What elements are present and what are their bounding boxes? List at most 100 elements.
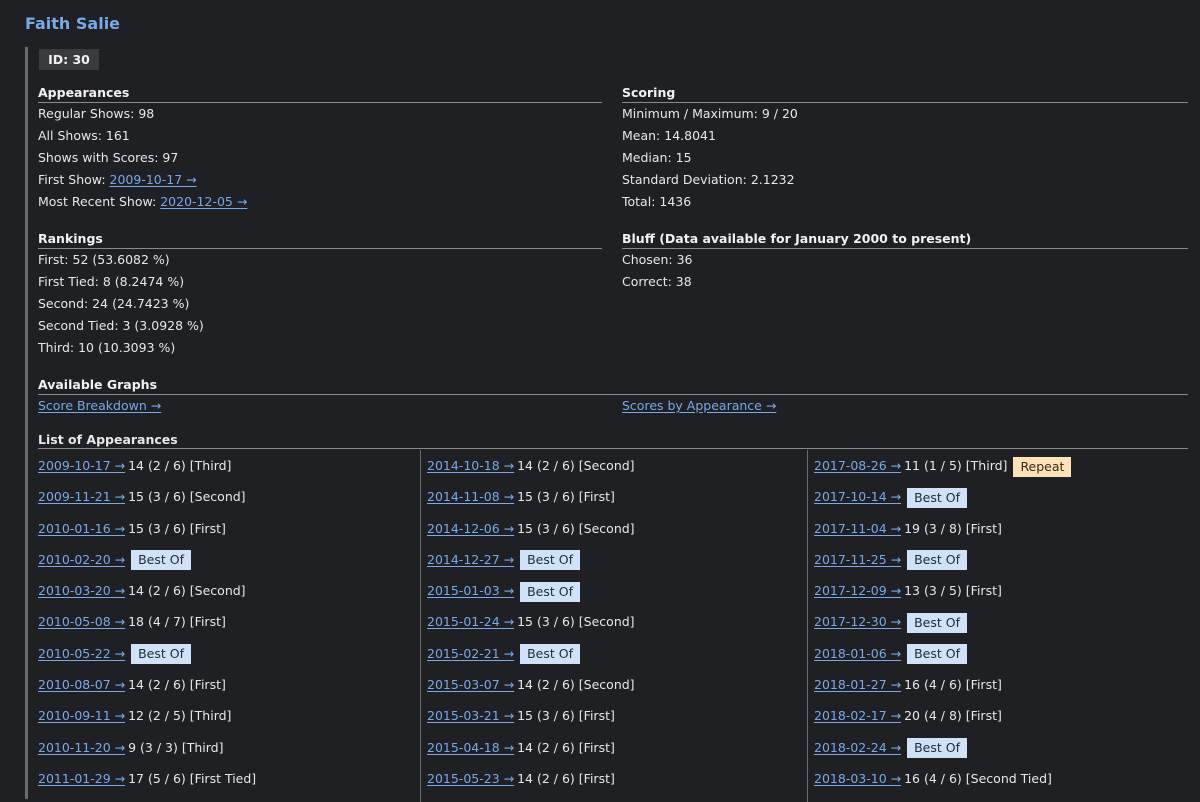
show-date-link[interactable]: 2015-04-18 → — [427, 740, 514, 755]
page-title: Faith Salie — [25, 14, 121, 33]
show-date-link[interactable]: 2010-09-11 → — [38, 708, 125, 723]
placement: [Second] — [578, 458, 635, 473]
placement: [Second] — [578, 614, 635, 630]
placement: [First] — [189, 614, 226, 630]
show-date-link[interactable]: 2018-01-06 → — [814, 646, 901, 661]
appearance-row: 2010-05-08 → 18 (4 / 7) [First] — [38, 606, 423, 637]
appearance-row: 2018-02-17 → 20 (4 / 8) [First] — [814, 700, 1194, 731]
show-date-link[interactable]: 2014-12-06 → — [427, 521, 514, 536]
show-date-link[interactable]: 2011-01-29 → — [38, 771, 125, 786]
score-breakdown-link[interactable]: Score Breakdown → — [38, 398, 161, 413]
appearance-column-3: 2017-08-26 → 11 (1 / 5) [Third] Repeat 2017-… — [807, 450, 1194, 802]
score: 15 (3 / 6) — [517, 614, 575, 630]
score: 18 (4 / 7) — [128, 614, 186, 630]
score: 20 (4 / 8) — [904, 708, 962, 724]
score: 14 (2 / 6) — [517, 739, 575, 755]
placement: [First] — [578, 739, 615, 755]
show-date-link[interactable]: 2010-02-20 → — [38, 552, 125, 567]
show-date-link[interactable]: 2014-10-18 → — [427, 458, 514, 473]
appearance-row: 2018-01-27 → 16 (4 / 6) [First] — [814, 669, 1194, 700]
show-date-link[interactable]: 2015-03-21 → — [427, 708, 514, 723]
show-date-link[interactable]: 2018-02-17 → — [814, 708, 901, 723]
appearance-row: 2017-08-26 → 11 (1 / 5) [Third] Repeat — [814, 450, 1194, 481]
bluff-chosen: Chosen: 36 — [622, 252, 693, 267]
median: Median: 15 — [622, 150, 692, 165]
total: Total: 1436 — [622, 194, 692, 209]
show-date-link[interactable]: 2017-08-26 → — [814, 458, 901, 473]
score: 19 (3 / 8) — [904, 520, 962, 536]
placement: [Third] — [189, 708, 232, 724]
appearance-row: 2017-10-14 → Best Of — [814, 481, 1194, 512]
rank-second-tied: Second Tied: 3 (3.0928 %) — [38, 318, 204, 333]
show-date-link[interactable]: 2017-11-25 → — [814, 552, 901, 567]
appearance-row: 2015-02-21 → Best Of — [427, 638, 807, 669]
show-date-link[interactable]: 2015-02-21 → — [427, 646, 514, 661]
min-max: Minimum / Maximum: 9 / 20 — [622, 106, 798, 121]
score: 15 (3 / 6) — [517, 708, 575, 724]
show-date-link[interactable]: 2010-05-22 → — [38, 646, 125, 661]
placement: [First] — [578, 489, 615, 505]
show-date-link[interactable]: 2014-12-27 → — [427, 552, 514, 567]
placement: [Second] — [578, 520, 635, 536]
appearance-row: 2010-02-20 → Best Of — [38, 544, 423, 575]
score: 14 (2 / 6) — [517, 458, 575, 473]
show-date-link[interactable]: 2015-01-24 → — [427, 614, 514, 629]
show-date-link[interactable]: 2017-12-30 → — [814, 614, 901, 629]
show-date-link[interactable]: 2015-03-07 → — [427, 677, 514, 692]
panelist-panel: ID: 30 Appearances Regular Shows: 98 All… — [25, 47, 1200, 802]
placement: [First] — [965, 708, 1002, 724]
scoring-section: Scoring Minimum / Maximum: 9 / 20 Mean: … — [622, 85, 1188, 213]
appearance-row: 2009-11-21 → 15 (3 / 6) [Second] — [38, 481, 423, 512]
best-of-badge: Best Of — [907, 612, 967, 633]
show-date-link[interactable]: 2017-12-09 → — [814, 583, 901, 598]
appearance-row: 2014-12-27 → Best Of — [427, 544, 807, 575]
show-date-link[interactable]: 2018-02-24 → — [814, 740, 901, 755]
show-date-link[interactable]: 2010-05-08 → — [38, 614, 125, 629]
show-date-link[interactable]: 2009-10-17 → — [38, 458, 125, 473]
show-date-link[interactable]: 2017-11-04 → — [814, 521, 901, 536]
show-date-link[interactable]: 2015-01-03 → — [427, 583, 514, 598]
best-of-badge: Best Of — [131, 644, 191, 665]
placement: [Third] — [189, 458, 232, 473]
all-shows: All Shows: 161 — [38, 128, 130, 143]
appearance-column-1: 2009-10-17 → 14 (2 / 6) [Third] 2009-11-21 … — [38, 450, 423, 802]
best-of-badge: Best Of — [520, 581, 580, 602]
appearance-row: 2010-08-07 → 14 (2 / 6) [First] — [38, 669, 423, 700]
rankings-section: Rankings First: 52 (53.6082 %) First Tie… — [38, 231, 602, 359]
best-of-badge: Best Of — [907, 550, 967, 571]
most-recent-show-link[interactable]: 2020-12-05 → — [160, 194, 247, 209]
appearance-row: 2011-01-29 → 17 (5 / 6) [First Tied] — [38, 763, 423, 794]
first-show-link[interactable]: 2009-10-17 → — [110, 172, 197, 187]
appearance-row: 2010-03-20 → 14 (2 / 6) [Second] — [38, 575, 423, 606]
show-date-link[interactable]: 2010-11-20 → — [38, 740, 125, 755]
most-recent-show: Most Recent Show: 2020-12-05 → — [38, 191, 602, 213]
scoring-title: Scoring — [622, 85, 1188, 103]
mean: Mean: 14.8041 — [622, 128, 716, 143]
first-show: First Show: 2009-10-17 → — [38, 169, 602, 191]
list-of-appearances-title: List of Appearances — [38, 432, 1188, 449]
scores-by-appearance-link[interactable]: Scores by Appearance → — [622, 395, 776, 417]
show-date-link[interactable]: 2015-05-23 → — [427, 771, 514, 786]
show-date-link[interactable]: 2017-10-14 → — [814, 489, 901, 504]
appearance-row: 2015-04-18 → 14 (2 / 6) [First] — [427, 732, 807, 763]
appearance-row: 2010-01-16 → 15 (3 / 6) [First] — [38, 513, 423, 544]
show-date-link[interactable]: 2018-01-27 → — [814, 677, 901, 692]
score: 11 (1 / 5) — [904, 458, 962, 473]
appearance-row: 2018-01-06 → Best Of — [814, 638, 1194, 669]
appearance-row: 2010-11-20 → 9 (3 / 3) [Third] — [38, 732, 423, 763]
placement: [First] — [965, 583, 1002, 599]
show-date-link[interactable]: 2010-08-07 → — [38, 677, 125, 692]
score: 14 (2 / 6) — [128, 583, 186, 599]
best-of-badge: Best Of — [907, 487, 967, 508]
repeat-badge: Repeat — [1013, 456, 1072, 477]
std-dev: Standard Deviation: 2.1232 — [622, 172, 795, 187]
placement: [First Tied] — [189, 770, 257, 786]
id-badge: ID: 30 — [39, 49, 99, 70]
show-date-link[interactable]: 2018-03-10 → — [814, 771, 901, 786]
show-date-link[interactable]: 2010-03-20 → — [38, 583, 125, 598]
show-date-link[interactable]: 2014-11-08 → — [427, 489, 514, 504]
show-date-link[interactable]: 2009-11-21 → — [38, 489, 125, 504]
appearance-row: 2015-01-03 → Best Of — [427, 575, 807, 606]
show-date-link[interactable]: 2010-01-16 → — [38, 521, 125, 536]
placement: [First] — [965, 677, 1002, 693]
